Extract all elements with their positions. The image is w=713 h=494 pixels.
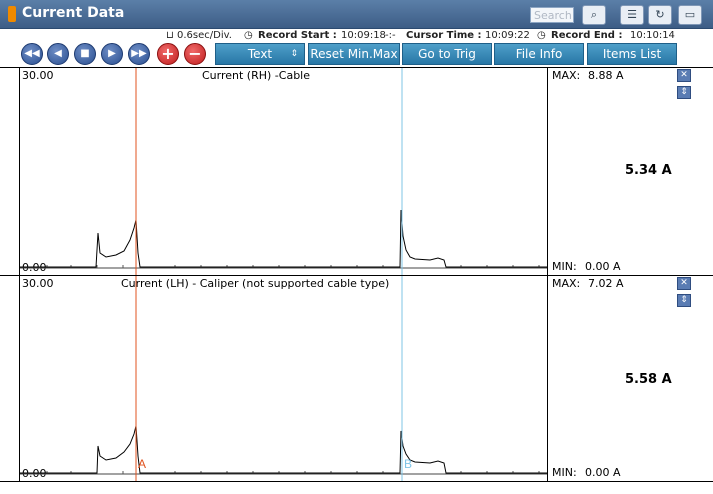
max-label: MAX: — [552, 69, 581, 82]
stop-icon[interactable]: ■ — [74, 43, 96, 65]
channel-1-summary: MAX: 8.88 A 5.34 A MIN: 0.00 A — [547, 68, 678, 275]
min-value: 0.00 A — [585, 260, 621, 273]
cursor-b-label: B — [404, 457, 412, 471]
cursor-icon: -:- — [385, 30, 396, 41]
current-value: 5.34 A — [625, 163, 672, 178]
reorder-channel-1-icon[interactable]: ⇕ — [677, 86, 691, 99]
rewind-icon[interactable]: ◀◀ — [21, 43, 43, 65]
close-channel-1-icon[interactable]: ✕ — [677, 69, 691, 82]
current-trace — [20, 425, 548, 474]
record-info-bar: ⊔ 0.6sec/Div. ◷ Record Start : 10:09:18 … — [0, 29, 713, 43]
cursor-time-label: Cursor Time : — [406, 30, 482, 41]
min-label: MIN: — [552, 466, 577, 479]
window-title: Current Data — [22, 5, 125, 21]
max-label: MAX: — [552, 277, 581, 290]
step-forward-icon[interactable]: ▶ — [101, 43, 123, 65]
cursor-a-label: A — [138, 457, 146, 471]
record-end-value: 10:10:14 — [630, 30, 675, 41]
graph-panel-1[interactable]: 30.00 Current (RH) -Cable 0.00 — [19, 68, 548, 275]
min-label: MIN: — [552, 260, 577, 273]
time-scale-icon: ⊔ — [166, 30, 174, 41]
window-restore-icon[interactable]: ▭ — [678, 5, 702, 25]
zoom-in-icon[interactable]: + — [157, 43, 179, 65]
graph-panel-2[interactable]: 30.00 Current (LH) - Caliper (not suppor… — [19, 276, 548, 481]
cursor-time-value: 10:09:22 — [485, 30, 530, 41]
waveform-2: A B — [20, 276, 548, 481]
channel-2-summary: MAX: 7.02 A 5.58 A MIN: 0.00 A — [547, 276, 678, 481]
current-value: 5.58 A — [625, 372, 672, 387]
zoom-out-icon[interactable]: − — [184, 43, 206, 65]
clock-end-icon: ◷ — [537, 30, 546, 41]
playback-toolbar: ◀◀ ◀ ■ ▶ ▶▶ + − Text ⇕ Reset Min.Max Go … — [0, 43, 713, 67]
min-value: 0.00 A — [585, 466, 621, 479]
app-icon — [8, 6, 16, 22]
go-to-trig-button[interactable]: Go to Trig — [402, 43, 492, 65]
reorder-channel-2-icon[interactable]: ⇕ — [677, 294, 691, 307]
updown-icon: ⇕ — [290, 49, 298, 59]
waveform-1 — [20, 68, 548, 275]
close-channel-2-icon[interactable]: ✕ — [677, 277, 691, 290]
time-scale: 0.6sec/Div. — [177, 30, 232, 41]
list-view-icon[interactable]: ☰ — [620, 5, 644, 25]
record-end-label: Record End : — [551, 30, 623, 41]
max-value: 7.02 A — [588, 277, 624, 290]
zoom-view-icon[interactable]: ⌕ — [582, 5, 606, 25]
text-select[interactable]: Text ⇕ — [215, 43, 305, 65]
record-start-value: 10:09:18 — [341, 30, 386, 41]
items-list-button[interactable]: Items List — [587, 43, 677, 65]
fast-forward-icon[interactable]: ▶▶ — [128, 43, 150, 65]
search-input[interactable]: Search — [530, 7, 574, 23]
clock-icon: ◷ — [244, 30, 253, 41]
current-trace — [20, 209, 548, 268]
record-start-label: Record Start : — [258, 30, 337, 41]
retry-icon[interactable]: ↻ — [648, 5, 672, 25]
reset-minmax-button[interactable]: Reset Min.Max — [308, 43, 400, 65]
window-titlebar: Current Data Search ⌕ ☰ ↻ ▭ — [0, 0, 713, 29]
step-back-icon[interactable]: ◀ — [47, 43, 69, 65]
file-info-button[interactable]: File Info — [494, 43, 584, 65]
max-value: 8.88 A — [588, 69, 624, 82]
chart-bottom-rule — [0, 481, 713, 482]
text-select-label: Text — [247, 47, 273, 61]
